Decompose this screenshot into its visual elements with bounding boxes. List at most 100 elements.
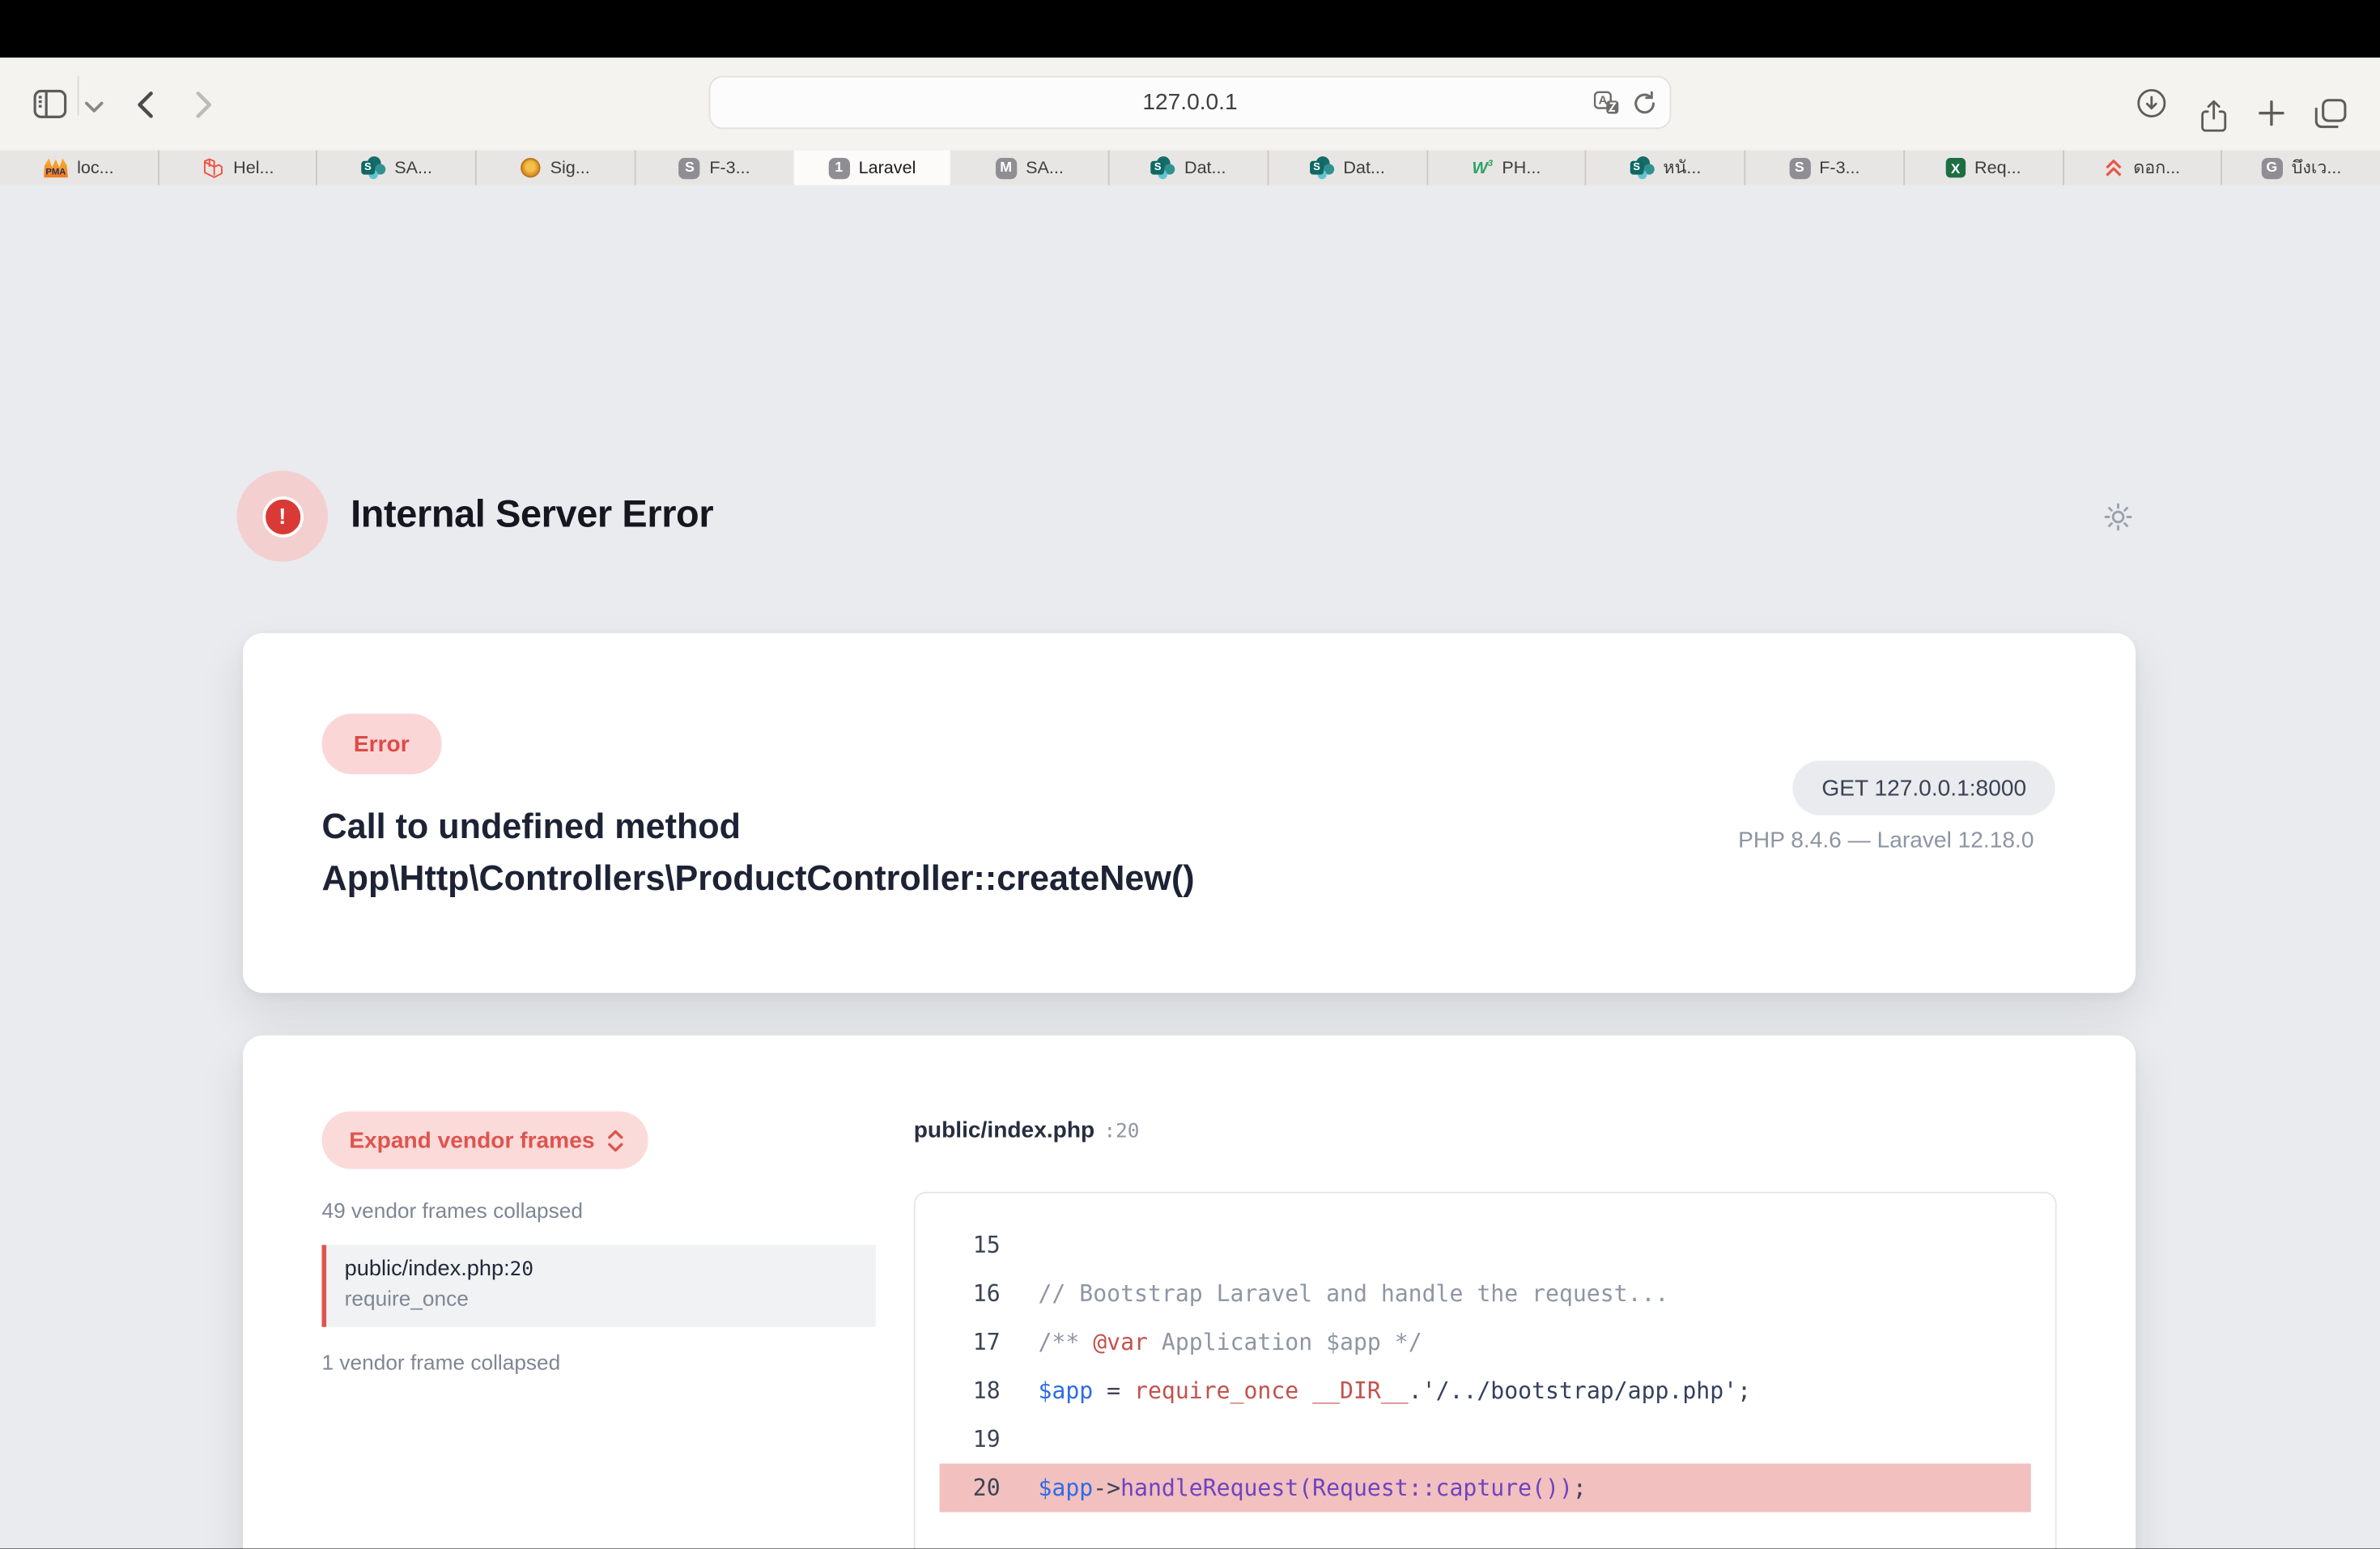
vendor-frames-collapsed-above: 49 vendor frames collapsed <box>322 1198 584 1222</box>
browser-tab-14[interactable]: ดอก... <box>2063 151 2222 185</box>
code-text: // Bootstrap Laravel and handle the requ… <box>1001 1270 1669 1318</box>
error-badge-icon: ! <box>237 470 329 562</box>
tab-label: F-3... <box>709 159 750 177</box>
sharepoint-icon: S <box>1630 156 1654 179</box>
w3schools-icon: W3 <box>1472 159 1493 177</box>
exclamation-icon: ! <box>261 496 303 537</box>
browser-tab-11[interactable]: S หนั... <box>1587 151 1745 185</box>
browser-tab-1[interactable]: PMA loc... <box>0 151 159 185</box>
error-message-line1: Call to undefined method <box>322 800 1195 852</box>
new-tab-icon[interactable] <box>2257 99 2286 128</box>
code-text <box>1001 1221 1039 1270</box>
expand-vendor-frames-button[interactable]: Expand vendor frames <box>322 1112 648 1169</box>
browser-tab-8[interactable]: SDat... <box>1110 151 1269 185</box>
line-number: 17 <box>940 1318 1001 1367</box>
letter-badge-1: 1 <box>828 157 849 178</box>
url-text: 127.0.0.1 <box>1142 90 1237 116</box>
php-laravel-versions: PHP 8.4.6 — Laravel 12.18.0 <box>1738 828 2034 853</box>
code-text: $app->handleRequest(Request::capture()); <box>1001 1464 1587 1513</box>
tab-label: หนั... <box>1663 154 1701 181</box>
tab-strip: PMA loc... Hel... S SA... Sig... S F-3... 1Larav… <box>0 151 2380 185</box>
browser-tab-5[interactable]: S F-3... <box>636 151 794 185</box>
excel-icon: X <box>1945 158 1965 177</box>
pma-icon: PMA <box>44 158 68 177</box>
tab-label: Req... <box>1974 159 2021 177</box>
download-icon[interactable] <box>2137 89 2166 118</box>
sidebar-icon[interactable] <box>33 90 66 119</box>
browser-toolbar: 127.0.0.1 A <box>0 57 2380 150</box>
tab-label: F-3... <box>1819 159 1859 177</box>
screen: 127.0.0.1 A PMA loc... Hel... S SA... Sig... S… <box>0 0 2380 1549</box>
code-text: /** @var Application $app */ <box>1001 1318 1422 1367</box>
letter-badge-S: S <box>679 157 700 178</box>
code-text: $app = require_once __DIR__.'/../bootstr… <box>1001 1367 1751 1415</box>
code-line: 16// Bootstrap Laravel and handle the re… <box>940 1270 2031 1318</box>
tab-label: Dat... <box>1343 159 1385 177</box>
letter-badge-M: M <box>996 157 1017 178</box>
tab-label: PH... <box>1502 159 1541 177</box>
tab-label: บึงเว... <box>2292 154 2342 181</box>
tab-overview-icon[interactable] <box>2314 99 2346 130</box>
line-number: 16 <box>940 1270 1001 1318</box>
page-title: Internal Server Error <box>351 493 713 537</box>
forward-icon[interactable] <box>196 91 213 119</box>
url-bar[interactable]: 127.0.0.1 A <box>709 76 1672 130</box>
browser-tab-7[interactable]: M SA... <box>951 151 1110 185</box>
toolbar-divider <box>78 76 79 116</box>
stack-trace-card: Expand vendor frames 49 vendor frames co… <box>243 1036 2136 1549</box>
code-line: 18$app = require_once __DIR__.'/../boots… <box>940 1367 2031 1415</box>
vendor-frames-collapsed-below: 1 vendor frame collapsed <box>322 1350 561 1374</box>
svg-text:A: A <box>1599 93 1608 107</box>
browser-tab-3[interactable]: S SA... <box>318 151 477 185</box>
orange-circle-icon <box>521 158 541 177</box>
error-type-badge: Error <box>322 713 442 774</box>
error-message: Call to undefined method App\Http\Contro… <box>322 800 1195 904</box>
expand-vendor-frames-label: Expand vendor frames <box>349 1127 594 1153</box>
browser-tab-12[interactable]: S F-3... <box>1745 151 1904 185</box>
back-icon[interactable] <box>137 91 154 119</box>
tab-label: loc... <box>77 159 114 177</box>
letter-badge-G: G <box>2261 157 2282 178</box>
browser-tab-10[interactable]: W3 PH... <box>1428 151 1587 185</box>
code-file-header: public/index.php :20 <box>914 1117 1140 1143</box>
red-chevrons-icon <box>2105 157 2124 178</box>
browser-tab-6[interactable]: 1Laravel <box>793 151 951 185</box>
code-line-highlighted: 20$app->handleRequest(Request::capture()… <box>940 1464 2031 1513</box>
menu-bar-area <box>0 0 2380 57</box>
share-icon[interactable] <box>2201 100 2227 132</box>
browser-tab-15[interactable]: G บึงเว... <box>2223 151 2380 185</box>
browser-tab-2[interactable]: Hel... <box>159 151 317 185</box>
chevron-down-icon[interactable] <box>85 102 104 113</box>
tab-label: Hel... <box>233 159 274 177</box>
stack-frame-item[interactable]: public/index.php:20 require_once <box>322 1245 876 1327</box>
line-number: 15 <box>940 1221 1001 1270</box>
code-line: 19 <box>940 1415 2031 1464</box>
browser-tab-4[interactable]: Sig... <box>477 151 635 185</box>
browser-tab-9[interactable]: SDat... <box>1269 151 1427 185</box>
line-number: 20 <box>940 1464 1001 1513</box>
code-line: 17/** @var Application $app */ <box>940 1318 2031 1367</box>
tab-label: SA... <box>394 159 432 177</box>
reload-icon[interactable] <box>1634 91 1656 115</box>
code-file-line: :20 <box>1103 1121 1139 1143</box>
browser-tab-13[interactable]: X Req... <box>1905 151 2063 185</box>
error-summary-card: Error Call to undefined method App\Http\… <box>243 633 2136 993</box>
code-file-name: public/index.php <box>914 1117 1094 1143</box>
error-message-line2: App\Http\Controllers\ProductController::… <box>322 852 1195 904</box>
error-page: ! Internal Server Error Error Call to un… <box>0 185 2380 1549</box>
tab-label: SA... <box>1026 159 1064 177</box>
translate-icon[interactable]: A <box>1594 91 1620 115</box>
tab-label: Sig... <box>550 159 590 177</box>
laravel-icon <box>202 156 224 179</box>
sun-icon[interactable] <box>2104 503 2133 532</box>
stack-frame-file: public/index.php:20 <box>345 1257 858 1282</box>
tab-label: ดอก... <box>2133 154 2180 181</box>
stack-frame-method: require_once <box>345 1286 858 1310</box>
sharepoint-icon: S <box>361 156 385 179</box>
line-number: 19 <box>940 1415 1001 1464</box>
code-text <box>1001 1415 1039 1464</box>
sharepoint-icon: S <box>1151 156 1175 179</box>
letter-badge-S: S <box>1789 157 1810 178</box>
code-viewer: 1516// Bootstrap Laravel and handle the … <box>914 1192 2057 1549</box>
code-line: 15 <box>940 1221 2031 1270</box>
